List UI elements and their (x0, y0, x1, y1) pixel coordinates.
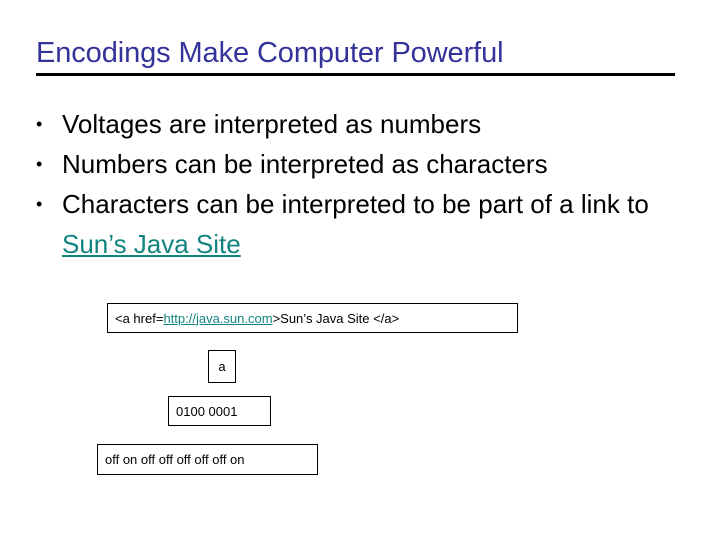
slide-canvas: Encodings Make Computer Powerful • Volta… (0, 0, 720, 540)
encoding-box-character: a (208, 350, 236, 383)
html-anchor-url-link[interactable]: http://java.sun.com (163, 311, 272, 326)
list-item: • Numbers can be interpreted as characte… (36, 144, 686, 184)
page-title: Encodings Make Computer Powerful (36, 37, 504, 69)
list-item: • Characters can be interpreted to be pa… (36, 184, 686, 264)
bullet-text-characters: Characters can be interpreted to be part… (62, 184, 686, 264)
bullet-marker-icon: • (36, 194, 43, 214)
encoding-box-binary: 0100 0001 (168, 396, 271, 426)
list-item: • Voltages are interpreted as numbers (36, 104, 686, 144)
encoding-box-html-anchor: <a href=http://java.sun.com>Sun’s Java S… (107, 303, 518, 333)
encoding-box-switches: off on off off off off off on (97, 444, 318, 475)
bullet-list: • Voltages are interpreted as numbers • … (36, 104, 686, 264)
html-anchor-suffix: >Sun’s Java Site </a> (272, 310, 400, 326)
html-anchor-prefix: <a href= (115, 310, 164, 326)
sun-java-site-link[interactable]: Sun’s Java Site (62, 229, 241, 259)
encoding-box-character-text: a (218, 359, 226, 374)
title-block: Encodings Make Computer Powerful (36, 36, 675, 76)
encoding-box-switches-text: off on off off off off off on (105, 452, 245, 467)
bullet-text-characters-lead: Characters can be interpreted to be part… (62, 189, 649, 219)
bullet-text-numbers: Numbers can be interpreted as characters (62, 149, 548, 179)
encoding-box-binary-text: 0100 0001 (176, 403, 238, 419)
encoding-box-html-anchor-text: <a href=http://java.sun.com>Sun’s Java S… (108, 311, 406, 326)
bullet-text-voltages: Voltages are interpreted as numbers (62, 109, 482, 139)
title-underline-rule (36, 73, 675, 76)
bullet-marker-icon: • (36, 114, 43, 134)
bullet-marker-icon: • (36, 154, 43, 174)
